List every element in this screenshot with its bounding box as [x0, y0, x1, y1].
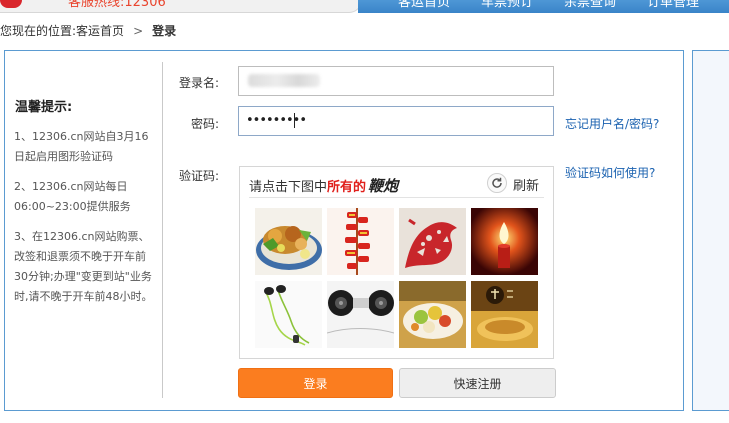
breadcrumb-prefix: 您现在的位置: — [0, 24, 77, 38]
breadcrumb-current: 登录 — [152, 24, 177, 38]
captcha-target-word: 鞭炮 — [368, 177, 399, 195]
username-label: 登录名: — [179, 76, 220, 90]
nav-item-remaining[interactable]: 余票查询 — [564, 0, 616, 10]
captcha-divider — [249, 197, 544, 198]
login-button[interactable]: 登录 — [238, 368, 393, 398]
captcha-image-earphones[interactable] — [255, 281, 322, 348]
captcha-image-paper-cut[interactable] — [399, 208, 466, 275]
password-label: 密码: — [191, 117, 220, 131]
captcha-image-salad[interactable] — [255, 208, 322, 275]
breadcrumb: 您现在的位置:客运首页 > 登录 — [0, 22, 176, 39]
header-left: 客服热线:12306 — [0, 0, 362, 13]
hotline-text: 客服热线:12306 — [68, 0, 166, 10]
forgot-password-link[interactable]: 忘记用户名/密码? — [565, 115, 659, 132]
top-nav: 客运首页 车票预订 余票查询 订单管理 — [358, 0, 729, 13]
captcha-label: 验证码: — [179, 169, 220, 183]
redacted-username — [248, 74, 320, 87]
text-caret — [294, 113, 295, 128]
tips-title: 温馨提示: — [15, 100, 73, 115]
refresh-label: 刷新 — [513, 179, 540, 194]
captcha-image-speaker[interactable] — [327, 281, 394, 348]
password-mask: ••••••••• — [246, 113, 307, 128]
tip-item: 3、在12306.cn网站购票、改签和退票须不晚于开车前30分钟;办理"变更到站… — [14, 230, 153, 303]
captcha-image-fruit-cake[interactable] — [399, 281, 466, 348]
captcha-prompt-emphasis: 所有的 — [327, 180, 367, 195]
breadcrumb-home-link[interactable]: 客运首页 — [76, 24, 124, 38]
nav-item-orders[interactable]: 订单管理 — [647, 0, 699, 10]
side-panel — [692, 50, 729, 411]
nav-item-booking[interactable]: 车票预订 — [481, 0, 533, 10]
railway-logo-icon — [0, 0, 22, 8]
panel-divider — [162, 62, 163, 398]
breadcrumb-separator: > — [133, 24, 144, 38]
refresh-icon — [487, 173, 507, 193]
tip-item: 2、12306.cn网站每日06:00~23:00提供服务 — [14, 180, 131, 213]
captcha-prompt-prefix: 请点击下图中 — [249, 180, 328, 195]
nav-item-home[interactable]: 客运首页 — [398, 0, 450, 10]
captcha-image-food-plate[interactable] — [471, 281, 538, 348]
quick-register-button[interactable]: 快速注册 — [399, 368, 556, 398]
captcha-prompt: 请点击下图中所有的 鞭炮 — [249, 175, 398, 196]
captcha-image-firecrackers[interactable] — [327, 208, 394, 275]
captcha-image-candle[interactable] — [471, 208, 538, 275]
tip-item: 1、12306.cn网站自3月16日起启用图形验证码 — [14, 130, 149, 163]
captcha-help-link[interactable]: 验证码如何使用? — [565, 164, 655, 181]
